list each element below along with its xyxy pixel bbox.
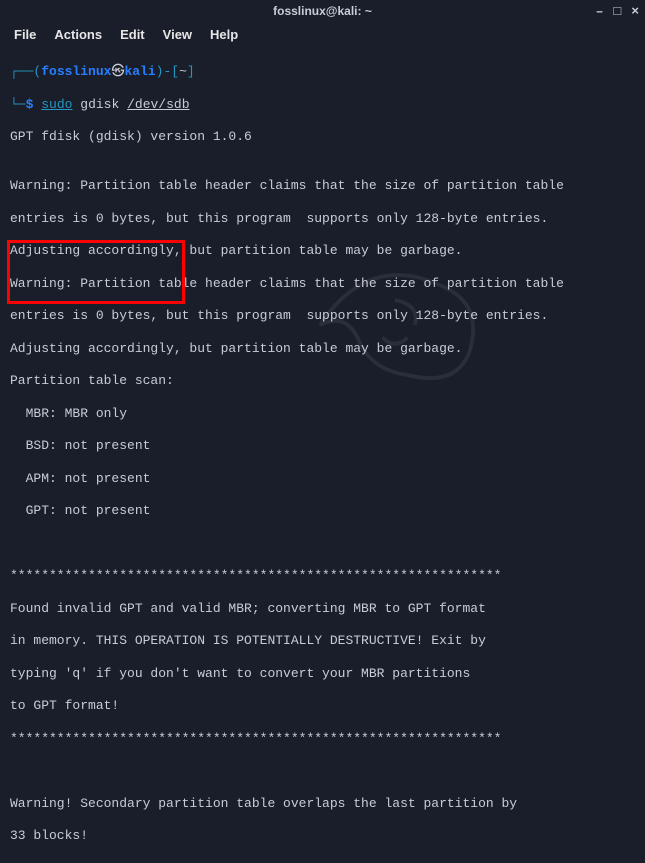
bracket-close: ] bbox=[187, 64, 195, 79]
prompt-line-1: ┌──(fosslinux㉿kali)-[~] bbox=[10, 64, 635, 80]
out-scan-hdr: Partition table scan: bbox=[10, 373, 635, 389]
menu-actions[interactable]: Actions bbox=[54, 27, 102, 42]
prompt-cwd: ~ bbox=[179, 64, 187, 79]
out-scan-gpt: GPT: not present bbox=[10, 503, 635, 519]
menu-view[interactable]: View bbox=[163, 27, 192, 42]
menu-edit[interactable]: Edit bbox=[120, 27, 145, 42]
window-controls: – □ × bbox=[596, 0, 639, 22]
prompt-user: fosslinux bbox=[41, 64, 111, 79]
prompt-line-2: └─$ sudo gdisk /dev/sdb bbox=[10, 97, 635, 113]
out-warn7: Warning! Secondary partition table overl… bbox=[10, 796, 635, 812]
box-char: ┌── bbox=[10, 64, 33, 79]
minimize-button[interactable]: – bbox=[596, 5, 604, 18]
cmd-arg: /dev/sdb bbox=[127, 97, 189, 112]
out-stars1: ****************************************… bbox=[10, 568, 635, 584]
cmd-gdisk: gdisk bbox=[80, 97, 119, 112]
out-stars2: ****************************************… bbox=[10, 731, 635, 747]
prompt-at: ㉿ bbox=[111, 64, 124, 79]
bracket-open: [ bbox=[171, 64, 179, 79]
cmd-sudo: sudo bbox=[41, 97, 72, 112]
box-char-bottom: └─ bbox=[10, 97, 26, 112]
prompt-dollar: $ bbox=[26, 97, 34, 112]
out-warn8: 33 blocks! bbox=[10, 828, 635, 844]
prompt-host: kali bbox=[124, 64, 155, 79]
terminal-output[interactable]: ┌──(fosslinux㉿kali)-[~] └─$ sudo gdisk /… bbox=[0, 46, 645, 863]
out-warn6: Adjusting accordingly, but partition tab… bbox=[10, 341, 635, 357]
close-button[interactable]: × bbox=[631, 5, 639, 18]
out-warn3: Adjusting accordingly, but partition tab… bbox=[10, 243, 635, 259]
window-titlebar: fosslinux@kali: ~ – □ × bbox=[0, 0, 645, 22]
menu-file[interactable]: File bbox=[14, 27, 36, 42]
out-found1: Found invalid GPT and valid MBR; convert… bbox=[10, 601, 635, 617]
out-warn2: entries is 0 bytes, but this program sup… bbox=[10, 211, 635, 227]
out-warn5: entries is 0 bytes, but this program sup… bbox=[10, 308, 635, 324]
out-found3: typing 'q' if you don't want to convert … bbox=[10, 666, 635, 682]
out-scan-apm: APM: not present bbox=[10, 471, 635, 487]
out-found4: to GPT format! bbox=[10, 698, 635, 714]
menu-help[interactable]: Help bbox=[210, 27, 238, 42]
out-version: GPT fdisk (gdisk) version 1.0.6 bbox=[10, 129, 635, 145]
maximize-button[interactable]: □ bbox=[613, 5, 621, 18]
out-scan-mbr: MBR: MBR only bbox=[10, 406, 635, 422]
out-warn4: Warning: Partition table header claims t… bbox=[10, 276, 635, 292]
out-scan-bsd: BSD: not present bbox=[10, 438, 635, 454]
out-warn1: Warning: Partition table header claims t… bbox=[10, 178, 635, 194]
window-title: fosslinux@kali: ~ bbox=[273, 4, 372, 18]
menubar: File Actions Edit View Help bbox=[0, 22, 645, 46]
out-found2: in memory. THIS OPERATION IS POTENTIALLY… bbox=[10, 633, 635, 649]
